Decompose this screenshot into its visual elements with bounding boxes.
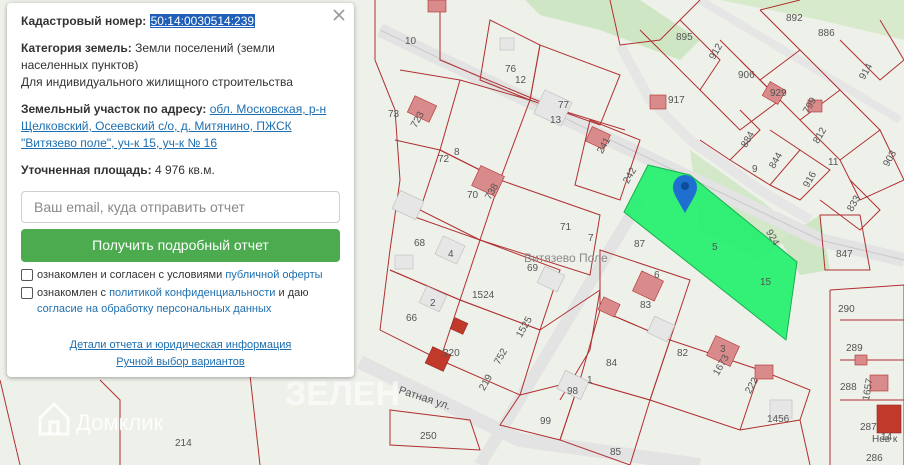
brand-name: Домклик — [76, 410, 164, 435]
parcel-label: 98 — [567, 386, 579, 397]
parcel-label: 1524 — [472, 290, 495, 301]
consent-privacy: ознакомлен с политикой конфиденциальност… — [21, 285, 340, 317]
get-report-button[interactable]: Получить подробный отчет — [21, 229, 340, 262]
parcel-label: 886 — [818, 28, 835, 39]
parcel-label: 77 — [558, 100, 570, 111]
parcel-label: 99 — [540, 416, 552, 427]
privacy-checkbox[interactable] — [21, 287, 33, 299]
parcel-label: 10 — [405, 36, 417, 47]
area-row: Уточненная площадь: 4 976 кв.м. — [21, 162, 340, 179]
street-name: Нев к — [872, 434, 898, 445]
parcel-label: 9 — [752, 164, 758, 175]
parcel-label: 289 — [846, 343, 863, 354]
parcel-label: 66 — [406, 313, 418, 324]
parcel-label: 13 — [550, 115, 562, 126]
place-name: Витязево Поле — [524, 251, 608, 265]
parcel-label: 76 — [505, 64, 517, 75]
parcel-label: 85 — [610, 447, 622, 458]
parcel-label: 1456 — [767, 414, 790, 425]
parcel-label: 892 — [786, 13, 803, 24]
parcel-label: 214 — [175, 438, 192, 449]
parcel-label: 917 — [668, 95, 685, 106]
consent-offer: ознакомлен и согласен с условиями публич… — [21, 267, 340, 283]
parcel-label: 290 — [838, 304, 855, 315]
parcel-label: 12 — [515, 75, 527, 86]
parcel-label: 220 — [443, 348, 460, 359]
parcel-label: 6 — [654, 270, 660, 281]
parcel-label: 87 — [634, 239, 646, 250]
bottom-links: Детали отчета и юридическая информация Р… — [21, 337, 340, 371]
cadastral-row: Кадастровый номер: 50:14:0030514:239 — [21, 13, 340, 30]
parcel-label: 7 — [588, 233, 594, 244]
address-row: Земельный участок по адресу: обл. Москов… — [21, 101, 340, 152]
parcel-label: 82 — [677, 348, 689, 359]
parcel-label: 906 — [738, 70, 755, 81]
manual-selection-link[interactable]: Ручной выбор вариантов — [116, 356, 244, 368]
parcel-label: 3 — [720, 344, 726, 355]
category-label: Категория земель: — [21, 41, 132, 55]
cadastral-number[interactable]: 50:14:0030514:239 — [149, 14, 256, 28]
area-value: 4 976 кв.м. — [154, 163, 215, 177]
usage-row: Для индивидуального жилищного строительс… — [21, 74, 340, 91]
area-label: Уточненная площадь: — [21, 163, 152, 177]
usage-value: Для индивидуального жилищного строительс… — [21, 75, 293, 89]
cadastral-label: Кадастровый номер: — [21, 14, 147, 28]
close-icon[interactable] — [332, 8, 346, 22]
consent-offer-text: ознакомлен и согласен с условиями — [37, 269, 223, 281]
parcel-label: 11 — [828, 157, 839, 168]
parcel-label: 288 — [840, 382, 857, 393]
public-offer-link[interactable]: публичной оферты — [225, 269, 322, 281]
parcel-label: 286 — [866, 453, 883, 464]
parcel-label: 8 — [454, 147, 460, 158]
parcel-label: 72 — [438, 154, 450, 165]
report-details-link[interactable]: Детали отчета и юридическая информация — [70, 339, 292, 351]
parcel-label: 2 — [430, 298, 436, 309]
parcel-label: 84 — [606, 358, 618, 369]
parcel-label: 929 — [770, 88, 787, 99]
privacy-policy-link[interactable]: политикой конфиденциальности — [109, 287, 275, 299]
email-input[interactable] — [21, 191, 340, 223]
consent-privacy-text: ознакомлен с — [37, 287, 107, 299]
parcel-label: 1 — [587, 375, 593, 386]
personal-data-consent-link[interactable]: согласие на обработку персональных данны… — [37, 303, 271, 315]
parcel-label: 847 — [836, 249, 853, 260]
parcel-label: 73 — [388, 109, 400, 120]
parcel-info-panel: Кадастровый номер: 50:14:0030514:239 Кат… — [7, 3, 354, 377]
offer-checkbox[interactable] — [21, 269, 33, 281]
parcel-label: 5 — [712, 242, 718, 253]
parcel-label: 895 — [676, 32, 693, 43]
watermark: ЗЕЛЕН — [285, 375, 400, 413]
parcel-label: 70 — [467, 190, 479, 201]
parcel-label: 250 — [420, 431, 437, 442]
parcel-label: 15 — [760, 277, 772, 288]
address-label: Земельный участок по адресу: — [21, 102, 207, 116]
parcel-label: 4 — [448, 249, 454, 260]
parcel-label: 83 — [640, 300, 652, 311]
parcel-label: 68 — [414, 238, 426, 249]
category-row: Категория земель: Земли поселений (земли… — [21, 40, 340, 74]
parcel-label: 71 — [560, 222, 572, 233]
consent-privacy-tail: и даю — [278, 287, 309, 299]
parcel-label: 287 — [860, 422, 877, 433]
